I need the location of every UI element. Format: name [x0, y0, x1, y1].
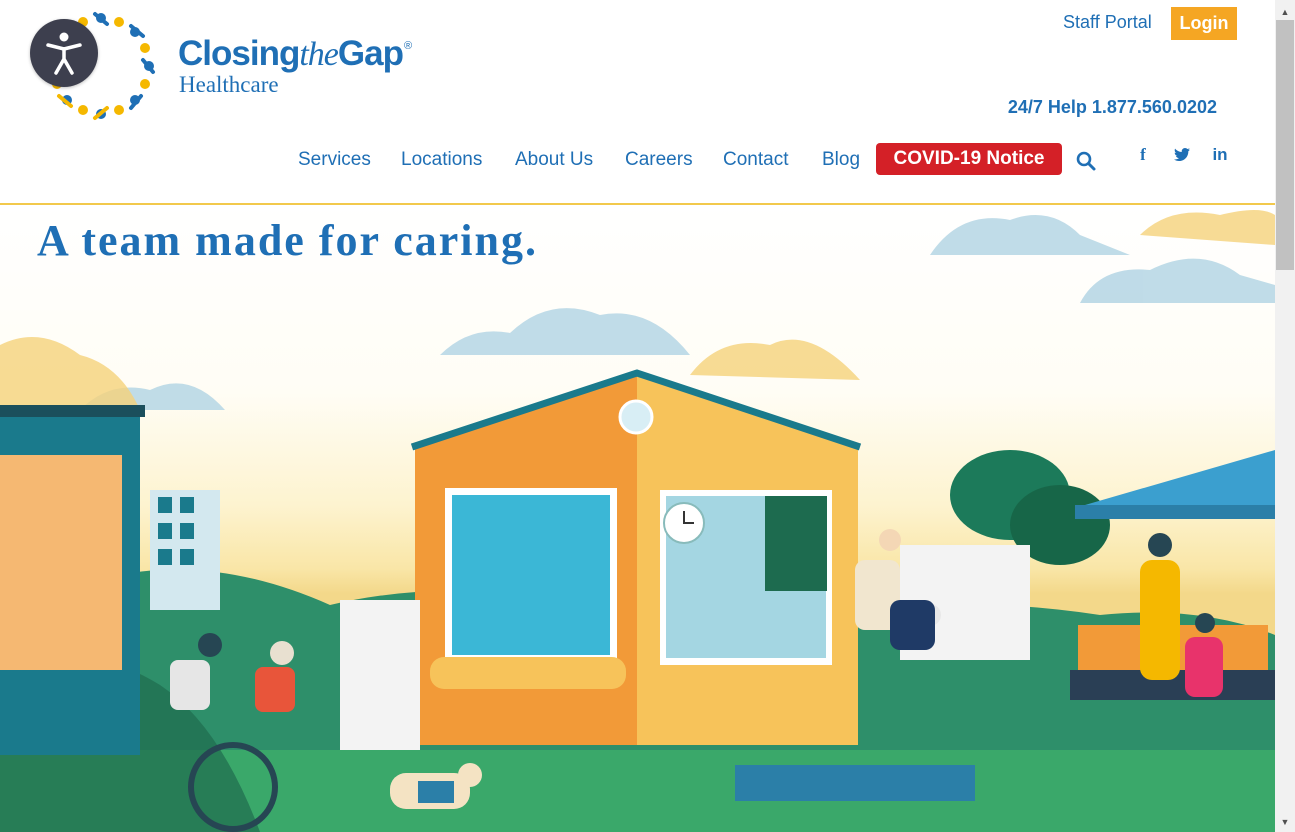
accessibility-button[interactable] — [30, 19, 98, 87]
brand-subtitle: Healthcare — [179, 72, 279, 97]
brand-name[interactable]: ClosingtheGap® — [178, 34, 412, 74]
linkedin-icon[interactable]: in — [1210, 145, 1230, 165]
hero-title: A team made for caring. — [37, 216, 538, 265]
covid-notice-button[interactable]: COVID-19 Notice — [876, 143, 1062, 175]
nav-blog[interactable]: Blog — [822, 145, 860, 175]
nav-about-us[interactable]: About Us — [515, 145, 593, 175]
staff-portal-link[interactable]: Staff Portal — [1063, 12, 1152, 33]
site-header: ClosingtheGap® Healthcare Staff Portal L… — [0, 0, 1275, 205]
hero-banner: A team made for caring. — [0, 205, 1275, 832]
help-phone[interactable]: 24/7 Help 1.877.560.0202 — [1008, 97, 1217, 118]
nav-locations[interactable]: Locations — [401, 145, 482, 175]
search-icon[interactable] — [1075, 150, 1097, 172]
accessibility-icon — [46, 32, 82, 75]
scroll-down-arrow-icon[interactable]: ▼ — [1275, 814, 1295, 830]
scroll-thumb[interactable] — [1276, 20, 1294, 270]
facebook-icon[interactable]: f — [1133, 145, 1153, 165]
hero-illustration — [0, 210, 1275, 832]
twitter-icon[interactable] — [1172, 145, 1192, 165]
nav-services[interactable]: Services — [298, 145, 371, 175]
nav-careers[interactable]: Careers — [625, 145, 693, 175]
login-button[interactable]: Login — [1171, 7, 1237, 40]
scroll-up-arrow-icon[interactable]: ▲ — [1275, 4, 1295, 20]
nav-contact[interactable]: Contact — [723, 145, 788, 175]
